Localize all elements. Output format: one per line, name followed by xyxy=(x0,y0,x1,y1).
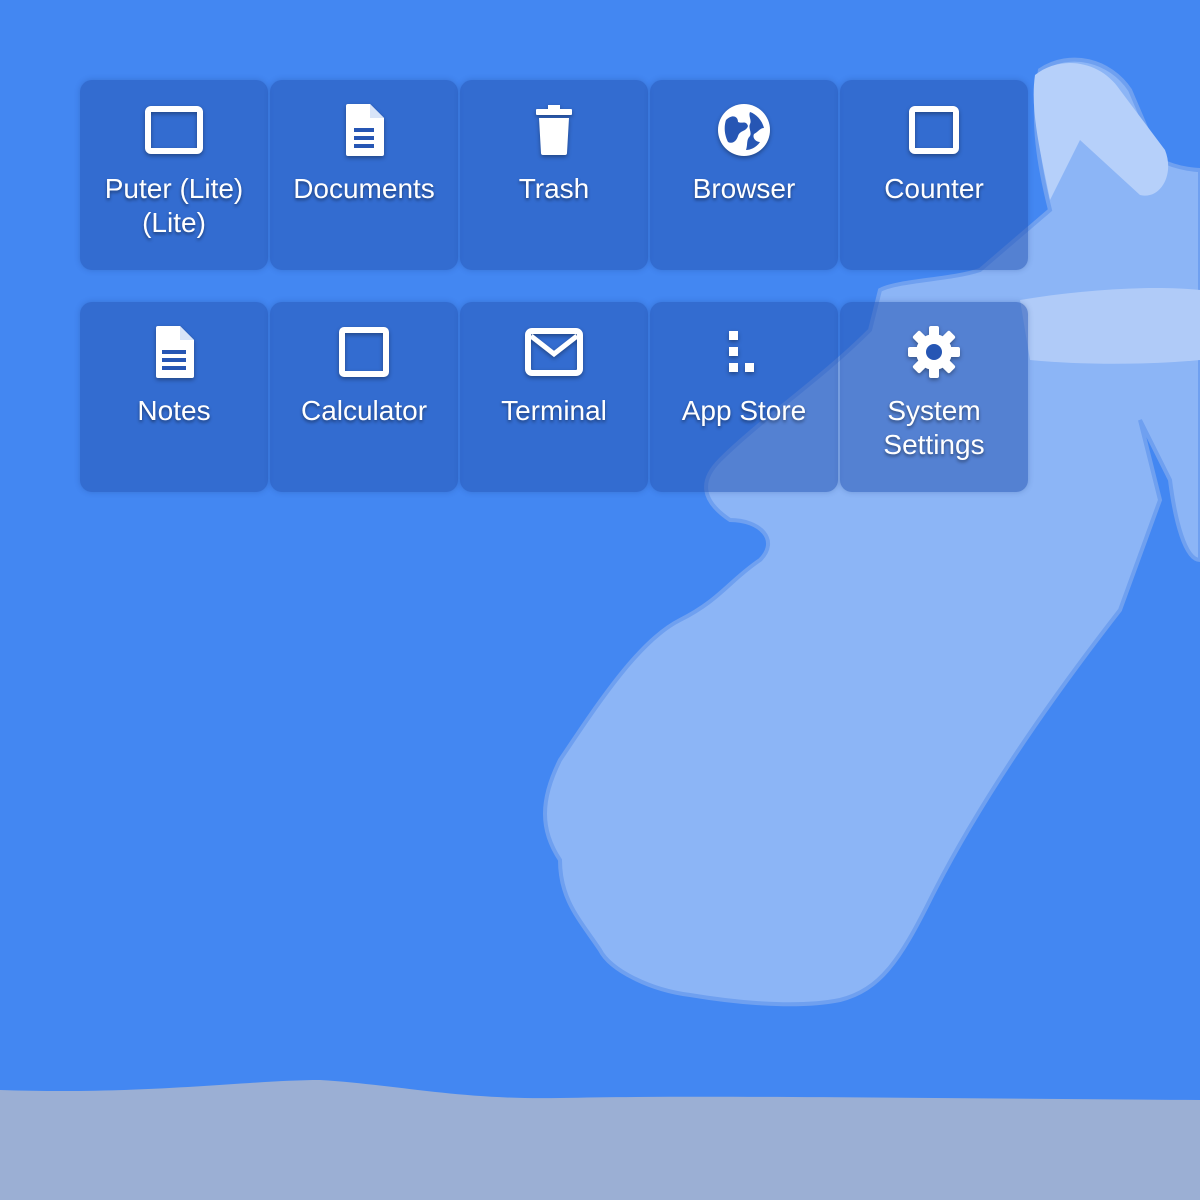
app-tile-terminal[interactable]: Terminal xyxy=(460,302,648,492)
app-label: Documents xyxy=(293,173,435,204)
app-tile-trash[interactable]: Trash xyxy=(460,80,648,270)
gear-icon xyxy=(904,322,964,382)
app-label: System Settings xyxy=(883,395,985,460)
blocks-icon xyxy=(714,322,774,382)
app-tile-notes[interactable]: Notes xyxy=(80,302,268,492)
app-tile-calculator[interactable]: Calculator xyxy=(270,302,458,492)
window-icon xyxy=(144,100,204,160)
wallpaper-wrist-highlight xyxy=(1020,288,1200,364)
app-label: Trash xyxy=(518,173,590,204)
app-tile-counter[interactable]: Counter xyxy=(840,80,1028,270)
document-icon xyxy=(144,322,204,382)
app-label: Terminal xyxy=(501,395,607,426)
app-tile-documents[interactable]: Documents xyxy=(270,80,458,270)
app-label: App Store xyxy=(681,395,807,426)
app-label: Notes xyxy=(137,395,211,426)
globe-icon xyxy=(714,100,774,160)
app-label: Calculator xyxy=(300,395,428,426)
app-label: Counter xyxy=(884,173,984,204)
trash-icon xyxy=(524,100,584,160)
square-icon xyxy=(334,322,394,382)
desktop-app-grid: Puter (Lite) (Lite) Documents Trash Brow… xyxy=(80,80,1032,492)
app-tile-app-store[interactable]: App Store xyxy=(650,302,838,492)
document-icon xyxy=(334,100,394,160)
envelope-icon xyxy=(524,322,584,382)
app-label: Browser xyxy=(692,173,796,204)
app-tile-browser[interactable]: Browser xyxy=(650,80,838,270)
window-icon xyxy=(904,100,964,160)
app-tile-puter-lite[interactable]: Puter (Lite) (Lite) xyxy=(80,80,268,270)
app-tile-system-settings[interactable]: System Settings xyxy=(840,302,1028,492)
app-label: Puter (Lite) (Lite) xyxy=(104,173,244,238)
